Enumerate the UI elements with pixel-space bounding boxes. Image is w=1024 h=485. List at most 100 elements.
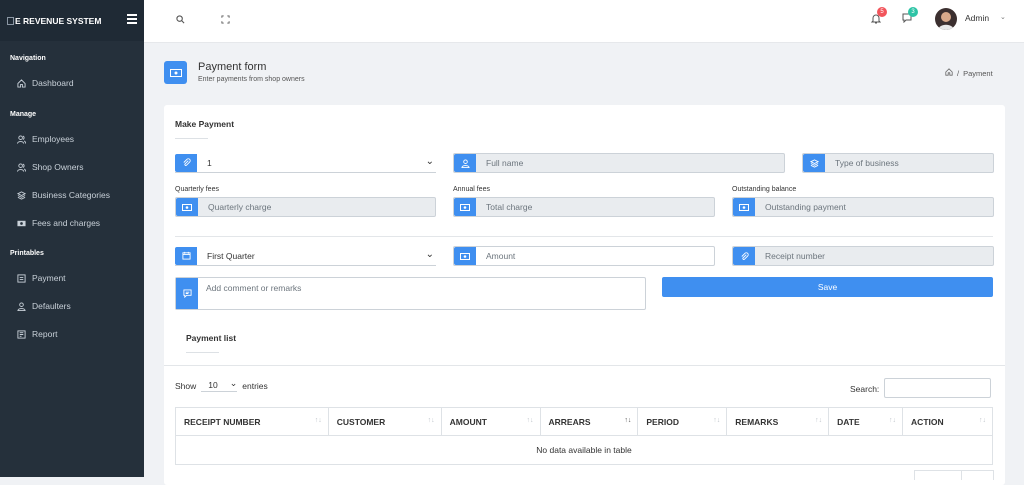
- entries-select-value: 10: [208, 380, 218, 390]
- owner-select[interactable]: 1 ⌄: [175, 153, 436, 173]
- outstanding-field[interactable]: Outstanding payment: [732, 197, 994, 217]
- list-heading: Payment list: [186, 333, 237, 343]
- search-icon[interactable]: [176, 15, 185, 26]
- page-title: Payment form: [198, 61, 267, 73]
- business-type-placeholder: Type of business: [835, 158, 899, 168]
- sidebar-item-fees[interactable]: Fees and charges: [17, 218, 100, 228]
- chevron-down-icon[interactable]: ⌄: [1000, 13, 1006, 21]
- receipt-field[interactable]: Receipt number: [732, 246, 994, 266]
- quarterly-placeholder: Quarterly charge: [208, 202, 272, 212]
- fullname-placeholder: Full name: [486, 158, 524, 168]
- sidebar: E REVENUE SYSTEM Navigation Dashboard Ma…: [0, 0, 144, 477]
- receipt-icon: [17, 273, 26, 283]
- money-icon: [17, 219, 26, 228]
- page-subtitle: Enter payments from shop owners: [198, 76, 305, 83]
- sidebar-item-payment[interactable]: Payment: [17, 273, 66, 283]
- layers-icon: [17, 190, 26, 200]
- sort-icon: ↑↓: [314, 417, 322, 424]
- menu-toggle-icon[interactable]: [127, 14, 137, 26]
- entries-select[interactable]: 10 ⌄: [201, 378, 238, 392]
- divider: [175, 236, 993, 237]
- show-label: Show: [175, 381, 197, 391]
- column-action[interactable]: ACTION ↑↓: [902, 407, 993, 436]
- quarterly-field[interactable]: Quarterly charge: [175, 197, 436, 217]
- chevron-down-icon: ⌄: [425, 156, 434, 167]
- chevron-down-icon: ⌄: [229, 378, 238, 388]
- column-label: REMARKS: [735, 416, 779, 427]
- comment-icon: [176, 278, 198, 309]
- pagination-next[interactable]: [962, 471, 993, 480]
- brand[interactable]: E REVENUE SYSTEM: [0, 0, 144, 41]
- annual-field[interactable]: Total charge: [453, 197, 715, 217]
- period-select[interactable]: First Quarter ⌄: [175, 246, 436, 266]
- sidebar-item-label: Defaulters: [32, 301, 71, 311]
- period-select-value: First Quarter: [207, 250, 255, 261]
- sidebar-item-label: Shop Owners: [32, 162, 84, 172]
- column-label: AMOUNT: [449, 416, 487, 427]
- receipt-placeholder: Receipt number: [765, 251, 826, 261]
- owner-select-value: 1: [207, 157, 212, 168]
- sort-icon: ↑↓: [979, 417, 986, 424]
- table-search-input[interactable]: [884, 378, 991, 398]
- search-label: Search:: [850, 384, 880, 394]
- message-badge: 3: [908, 7, 918, 17]
- brand-name: E REVENUE SYSTEM: [15, 15, 102, 26]
- money-icon: [176, 198, 198, 216]
- column-remarks[interactable]: REMARKS ↑↓: [726, 407, 830, 436]
- fullscreen-icon[interactable]: [221, 15, 230, 26]
- remarks-textarea[interactable]: Add comment or remarks: [175, 277, 646, 310]
- section-navigation: Navigation: [10, 55, 46, 62]
- outstanding-placeholder: Outstanding payment: [765, 202, 846, 212]
- amount-field[interactable]: Amount: [453, 246, 715, 266]
- column-period[interactable]: PERIOD ↑↓: [637, 407, 728, 436]
- section-manage: Manage: [10, 111, 37, 118]
- column-customer[interactable]: CUSTOMER ↑↓: [327, 407, 442, 436]
- column-arrears[interactable]: ARREARS ↑↓: [539, 407, 639, 436]
- section-heading: Make Payment: [175, 119, 235, 129]
- pagination-previous[interactable]: [915, 471, 962, 480]
- column-amount[interactable]: AMOUNT ↑↓: [440, 407, 541, 436]
- money-icon: [454, 198, 476, 216]
- column-date[interactable]: DATE ↑↓: [828, 407, 904, 436]
- user-icon: [454, 154, 476, 172]
- avatar[interactable]: [935, 8, 957, 30]
- save-button[interactable]: Save: [662, 277, 993, 297]
- paperclip-icon: [733, 247, 755, 265]
- amount-placeholder: Amount: [486, 251, 516, 261]
- sidebar-item-dashboard[interactable]: Dashboard: [17, 78, 74, 88]
- business-type-field[interactable]: Type of business: [802, 153, 994, 173]
- fullname-field[interactable]: Full name: [453, 153, 785, 173]
- home-icon[interactable]: [945, 68, 953, 78]
- user-name[interactable]: Admin: [965, 13, 989, 23]
- column-receipt-number[interactable]: RECEIPT NUMBER ↑↓: [175, 407, 329, 436]
- users-icon: [17, 134, 26, 144]
- sidebar-item-defaulters[interactable]: Defaulters: [17, 301, 71, 311]
- breadcrumb: / Payment: [945, 68, 993, 78]
- sort-icon: ↑↓: [815, 417, 823, 424]
- calendar-icon: [175, 246, 197, 265]
- column-label: RECEIPT NUMBER: [184, 416, 261, 427]
- sort-icon: ↑↓: [889, 417, 897, 424]
- page-icon: [164, 61, 187, 84]
- divider: [175, 138, 208, 139]
- sidebar-item-business-categories[interactable]: Business Categories: [17, 190, 110, 200]
- notification-badge: 5: [877, 7, 887, 17]
- table-row: No data available in table: [175, 435, 993, 465]
- sidebar-item-shop-owners[interactable]: Shop Owners: [17, 162, 84, 172]
- sort-active-icon: ↑↓: [624, 417, 632, 424]
- entries-label: entries: [242, 381, 268, 391]
- sidebar-item-label: Business Categories: [32, 190, 110, 200]
- sidebar-item-label: Fees and charges: [32, 218, 101, 228]
- annual-label: Annual fees: [453, 186, 490, 193]
- sidebar-item-label: Dashboard: [32, 78, 74, 88]
- sort-icon: ↑↓: [526, 417, 534, 424]
- sidebar-item-employees[interactable]: Employees: [17, 134, 74, 144]
- sidebar-item-report[interactable]: Report: [17, 329, 58, 339]
- pagination[interactable]: [914, 470, 994, 480]
- brand-logo-icon: [7, 16, 14, 25]
- column-label: ARREARS: [548, 416, 591, 427]
- money-icon: [454, 247, 476, 265]
- chevron-down-icon: ⌄: [425, 249, 434, 260]
- money-icon: [733, 198, 755, 216]
- entries-control: Show 10 ⌄ entries: [175, 378, 268, 392]
